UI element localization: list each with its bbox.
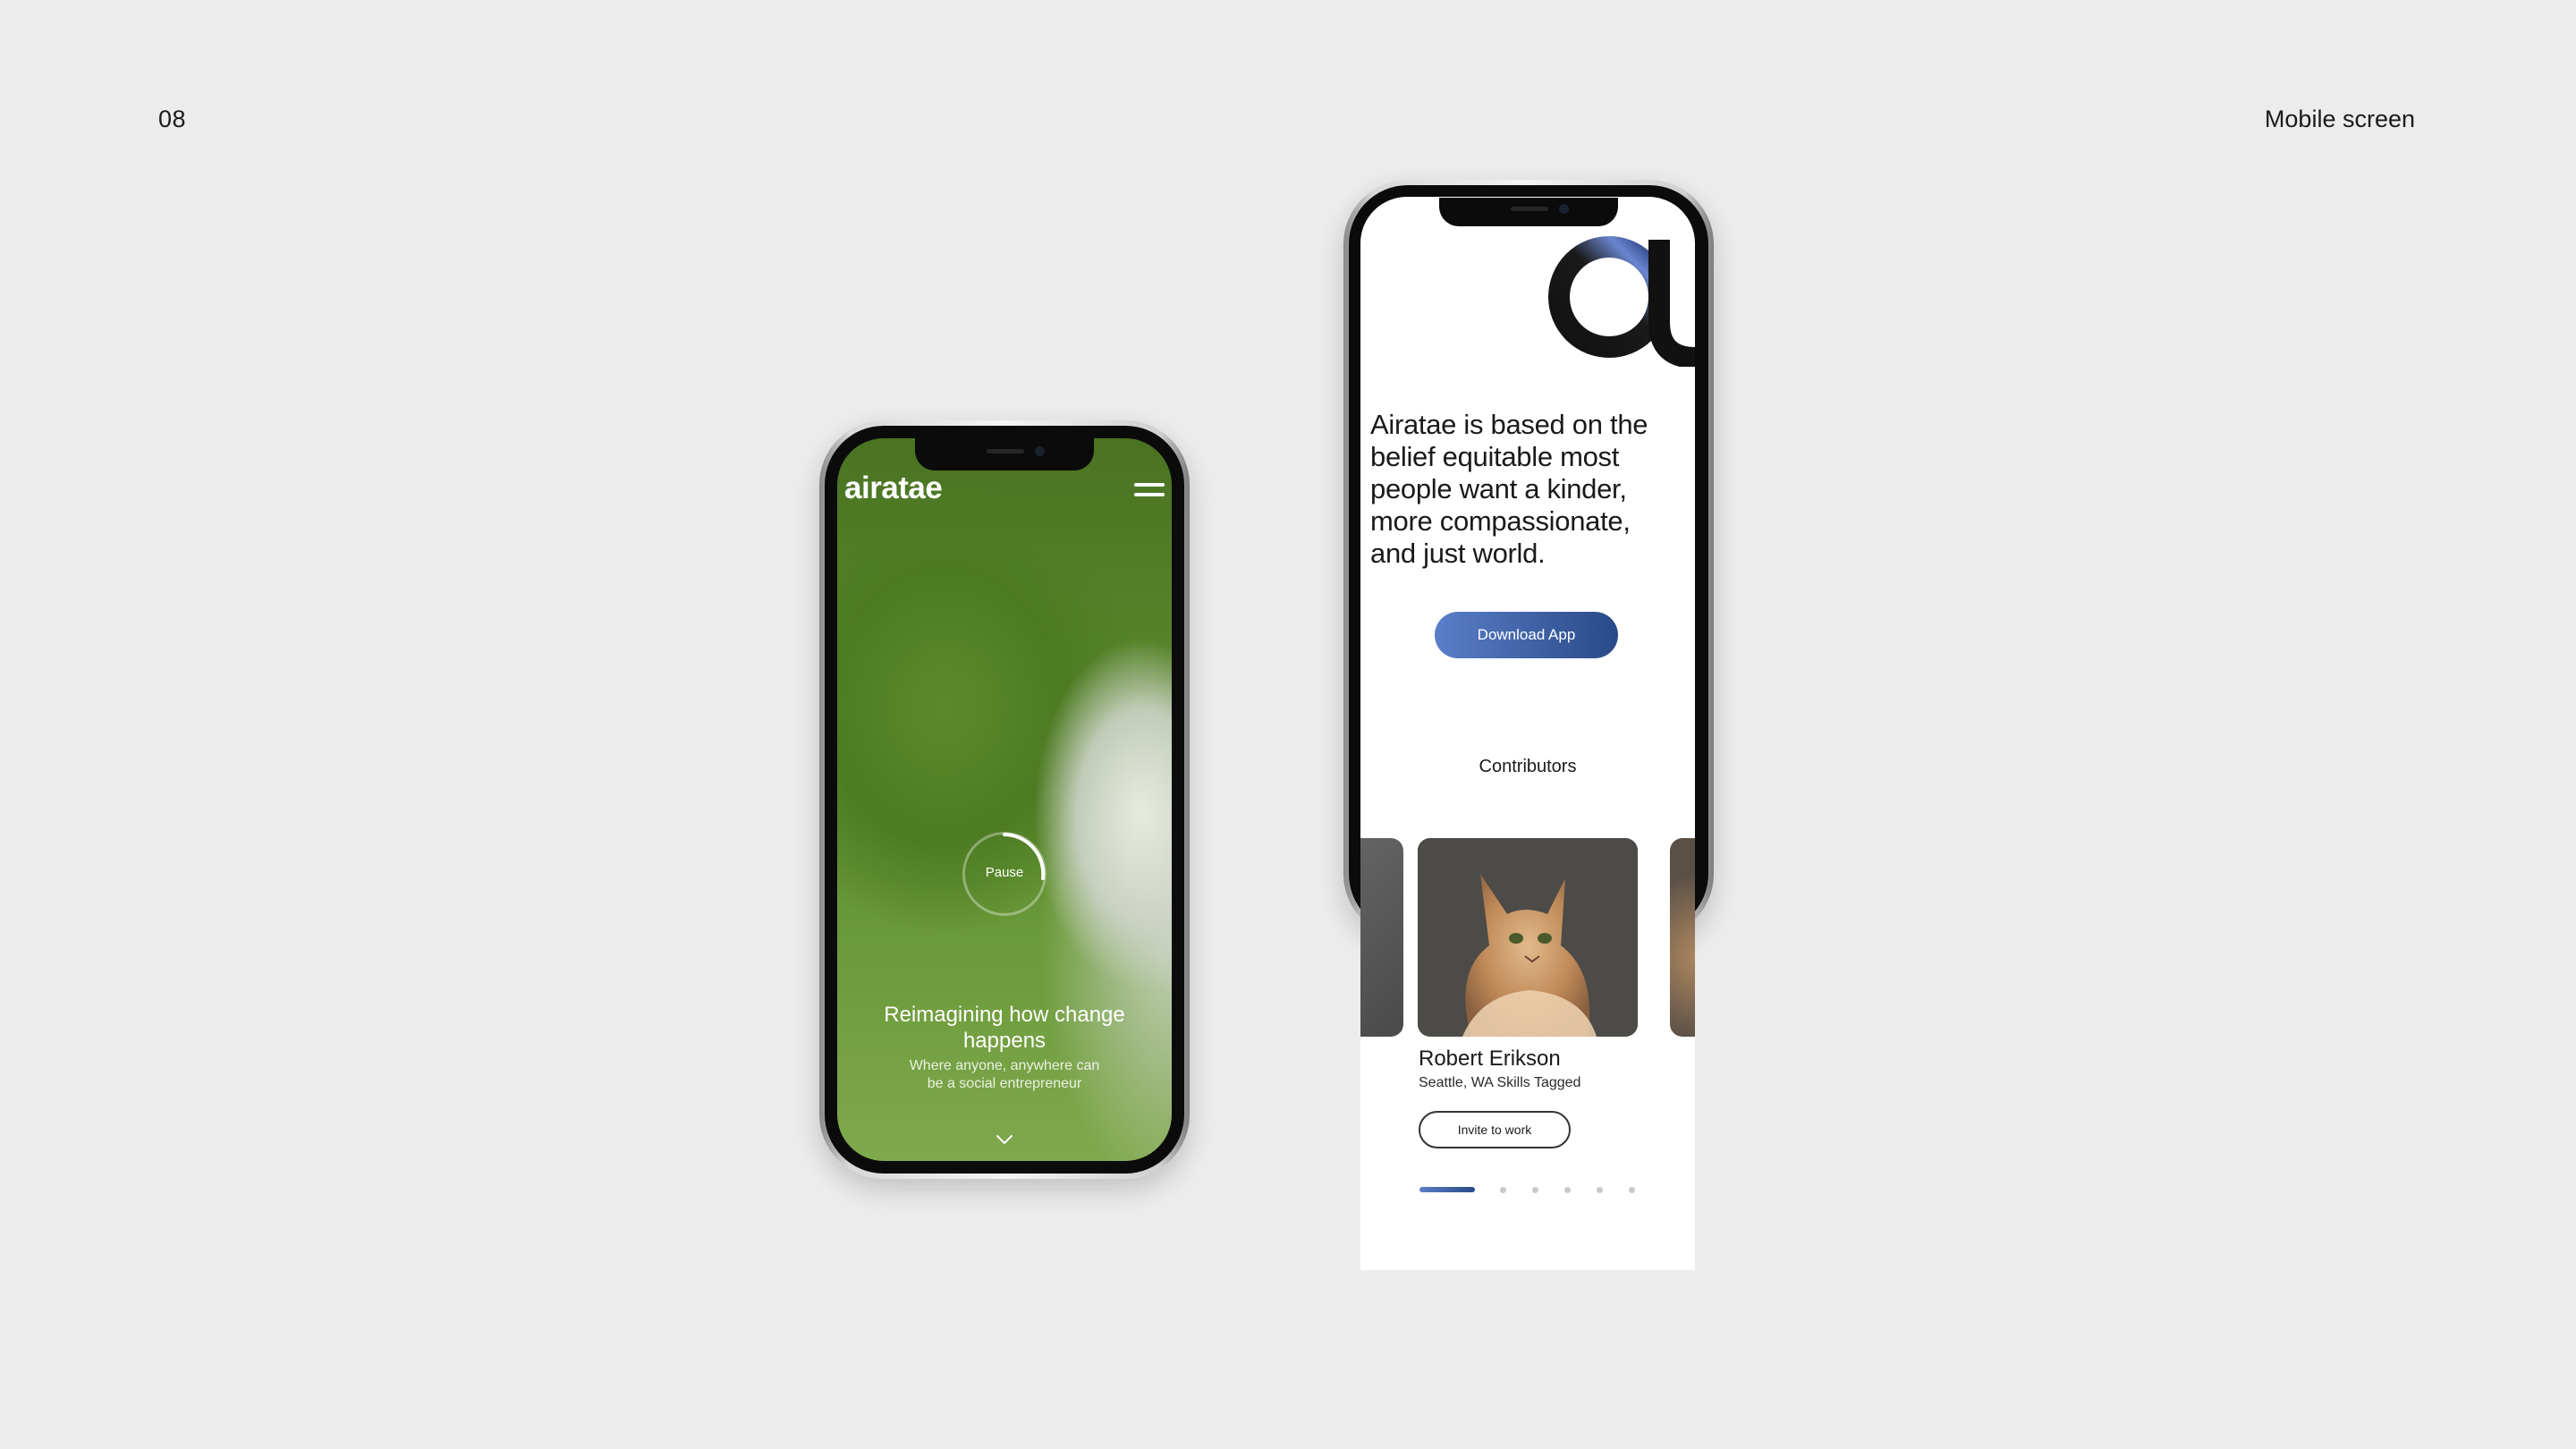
contributor-card-next[interactable] <box>1670 838 1695 1037</box>
pause-label: Pause <box>985 865 1024 880</box>
contributor-meta: Seattle, WA Skills Tagged <box>1419 1075 1581 1090</box>
carousel-dot[interactable] <box>1597 1187 1603 1193</box>
contributor-card-prev[interactable] <box>1360 838 1403 1037</box>
invite-to-work-button[interactable]: Invite to work <box>1419 1111 1571 1148</box>
chevron-down-icon[interactable] <box>996 1134 1013 1145</box>
about-text: Airatae is based on the belief equitable… <box>1370 409 1648 569</box>
airatae-logo[interactable]: airatae <box>844 470 943 506</box>
home-screen: airatae Pause Reimagining how change hap… <box>837 438 1172 1161</box>
airatae-a-logo-icon <box>1548 236 1695 367</box>
phone-notch <box>915 438 1094 470</box>
presentation-slide: 08 Mobile screen airatae Pause Reimagini… <box>0 0 2576 1449</box>
contributor-photo[interactable] <box>1418 838 1638 1037</box>
hamburger-menu-icon[interactable] <box>1134 483 1165 499</box>
hero-subtitle: Where anyone, anywhere can be a social e… <box>909 1058 1100 1091</box>
carousel-dot[interactable] <box>1564 1187 1571 1193</box>
download-app-button[interactable]: Download App <box>1435 612 1618 658</box>
carousel-dot[interactable] <box>1629 1187 1635 1193</box>
carousel-dot-active[interactable] <box>1419 1187 1475 1192</box>
phone-notch <box>1439 198 1618 226</box>
cat-photo-icon <box>1418 838 1638 1037</box>
carousel-dot[interactable] <box>1500 1187 1506 1193</box>
pause-button[interactable]: Pause <box>962 832 1046 916</box>
contributors-title: Contributors <box>1479 757 1577 776</box>
slide-label: Mobile screen <box>2264 106 2415 132</box>
slide-number: 08 <box>158 106 187 132</box>
contributor-name: Robert Erikson <box>1419 1046 1561 1071</box>
about-screen: Airatae is based on the belief equitable… <box>1360 197 1695 1270</box>
phone-home-mockup: airatae Pause Reimagining how change hap… <box>819 420 1190 1179</box>
hero-title: Reimagining how change happens <box>884 1003 1125 1053</box>
carousel-dot[interactable] <box>1532 1187 1538 1193</box>
